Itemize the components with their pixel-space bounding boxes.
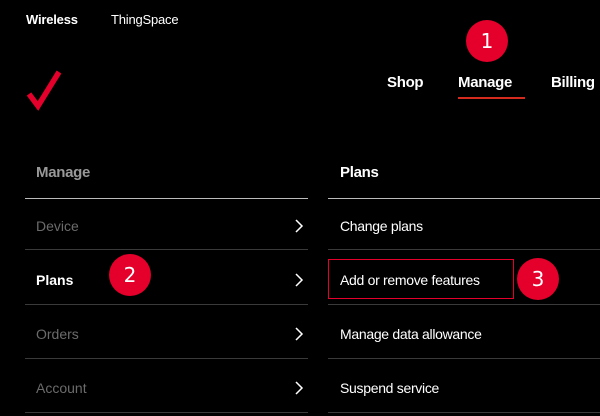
left-header-rule bbox=[25, 198, 308, 199]
callout-badge-3: 3 bbox=[517, 258, 559, 300]
left-item-device[interactable]: Device bbox=[36, 218, 79, 234]
callout-badge-2: 2 bbox=[109, 254, 151, 296]
verizon-check-logo[interactable] bbox=[25, 68, 65, 112]
chevron-right-icon bbox=[295, 273, 304, 287]
row-divider bbox=[328, 304, 600, 305]
chevron-right-icon bbox=[295, 219, 304, 233]
right-item-suspend-service[interactable]: Suspend service bbox=[340, 380, 439, 396]
chevron-right-icon bbox=[295, 327, 304, 341]
right-header-rule bbox=[328, 198, 600, 199]
top-link-thingspace[interactable]: ThingSpace bbox=[111, 12, 179, 27]
left-column-header: Manage bbox=[36, 164, 91, 181]
row-divider bbox=[25, 412, 308, 413]
left-item-plans[interactable]: Plans bbox=[36, 272, 73, 288]
right-item-manage-data-allowance[interactable]: Manage data allowance bbox=[340, 326, 482, 342]
nav-billing[interactable]: Billing bbox=[551, 74, 595, 91]
row-divider bbox=[328, 358, 600, 359]
right-item-change-plans[interactable]: Change plans bbox=[340, 218, 423, 234]
row-divider bbox=[328, 412, 600, 413]
left-item-orders[interactable]: Orders bbox=[36, 326, 79, 342]
chevron-right-icon bbox=[295, 381, 304, 395]
nav-shop[interactable]: Shop bbox=[387, 74, 424, 91]
row-divider bbox=[328, 249, 600, 250]
highlight-box bbox=[328, 259, 514, 299]
row-divider bbox=[25, 304, 308, 305]
left-item-account[interactable]: Account bbox=[36, 380, 87, 396]
top-link-wireless[interactable]: Wireless bbox=[26, 12, 78, 27]
nav-active-underline bbox=[458, 97, 525, 99]
right-column-header: Plans bbox=[340, 164, 379, 181]
callout-badge-1: 1 bbox=[466, 20, 508, 62]
row-divider bbox=[25, 358, 308, 359]
row-divider bbox=[25, 249, 308, 250]
nav-manage[interactable]: Manage bbox=[458, 74, 512, 91]
